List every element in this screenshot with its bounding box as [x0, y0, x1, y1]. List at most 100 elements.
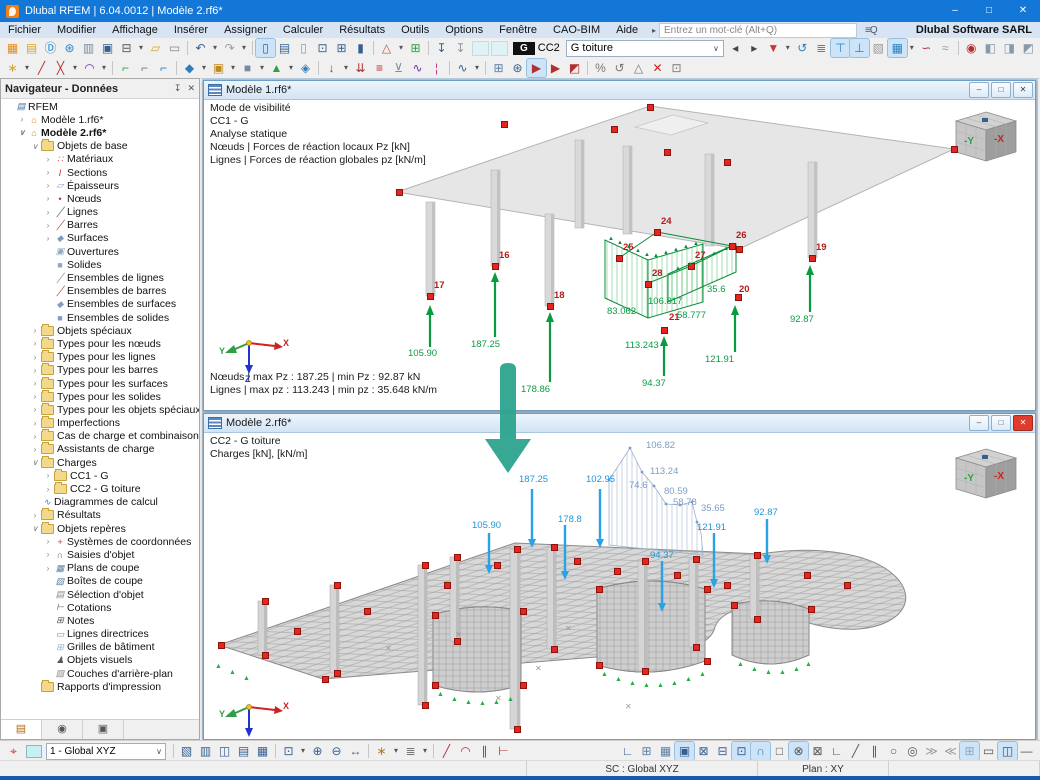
center-snap-icon[interactable]: ◎: [903, 742, 922, 760]
project-manager-icon[interactable]: ▥: [79, 39, 98, 57]
new-node-icon[interactable]: ∗: [3, 59, 22, 77]
numbering-toggle-icon[interactable]: ≣: [401, 742, 420, 760]
guides-menu-icon[interactable]: ▾: [420, 742, 430, 760]
load-display-swatch-1[interactable]: [472, 40, 489, 56]
win1-minimize-button[interactable]: –: [969, 82, 989, 98]
grid-settings-icon[interactable]: ▦: [656, 742, 675, 760]
tree-item-objets-visuels[interactable]: ♟ Objets visuels: [1, 654, 199, 667]
show-loads-on-icon[interactable]: ↧: [432, 39, 451, 57]
win2-close-button[interactable]: ✕: [1013, 415, 1033, 431]
redo-icon[interactable]: ↷: [220, 39, 239, 57]
visibility-menu-icon[interactable]: ▾: [396, 39, 406, 57]
view-isometric-icon[interactable]: ▧: [177, 742, 196, 760]
menu-options[interactable]: Options: [437, 22, 491, 38]
nodal-load-icon[interactable]: ↓: [322, 59, 341, 77]
tree-item-assistants-de-charge[interactable]: › Assistants de charge: [1, 442, 199, 456]
tree-item-mat-riaux[interactable]: › ∷ Matériaux: [1, 153, 199, 166]
tab-display[interactable]: ◉: [42, 720, 83, 739]
new-opening-icon[interactable]: ▣: [209, 59, 228, 77]
work-plane-icon[interactable]: ∟: [618, 742, 637, 760]
tree-item-ensembles-de-surfaces[interactable]: ◆ Ensembles de surfaces: [1, 298, 199, 311]
tree-item-ensembles-de-lignes[interactable]: ╱ Ensembles de lignes: [1, 271, 199, 284]
show-results-icon[interactable]: ◩: [565, 59, 584, 77]
view-front-icon[interactable]: ▥: [196, 742, 215, 760]
open-model-icon[interactable]: ▤: [22, 39, 41, 57]
zoom-out-icon[interactable]: ⊖: [327, 742, 346, 760]
tree-item-imperfections[interactable]: › Imperfections: [1, 416, 199, 430]
print-icon[interactable]: ⊟: [117, 39, 136, 57]
tree-item-lignes-directrices[interactable]: ▭ Lignes directrices: [1, 628, 199, 641]
tree-item-objets-de-base[interactable]: ∨ Objets de base: [1, 139, 199, 153]
tree-item-surfaces[interactable]: › ◆ Surfaces: [1, 232, 199, 245]
assign-objects-icon[interactable]: ◈: [296, 59, 315, 77]
surface-menu-icon[interactable]: ▾: [199, 59, 209, 77]
menu-cao-bim[interactable]: CAO-BIM: [545, 22, 608, 38]
arc-menu-icon[interactable]: ▾: [99, 59, 109, 77]
console-icon[interactable]: ⊡: [313, 39, 332, 57]
tree-item-diagrammes-de-calcul[interactable]: ∿ Diagrammes de calcul: [1, 496, 199, 509]
model-window-2-titlebar[interactable]: Modèle 2.rf6* – □ ✕: [204, 414, 1035, 433]
regenerate-icon[interactable]: ∽: [917, 39, 936, 57]
undo-icon[interactable]: ↶: [191, 39, 210, 57]
new-member-set-icon[interactable]: ⌐: [135, 59, 154, 77]
cross-select-icon[interactable]: ⊠: [808, 742, 827, 760]
node-menu-icon[interactable]: ▾: [22, 59, 32, 77]
filter-menu-icon[interactable]: ▾: [783, 39, 793, 57]
win2-maximize-button[interactable]: □: [991, 415, 1011, 431]
solid-menu-icon[interactable]: ▾: [257, 59, 267, 77]
model-view-1[interactable]: Mode de visibilité CC1 - G Analyse statiqu…: [205, 100, 1034, 409]
zoom-menu-icon[interactable]: ▾: [298, 742, 308, 760]
load-wizard-icon[interactable]: ∿: [408, 59, 427, 77]
free-load-icon[interactable]: ⊻: [389, 59, 408, 77]
maximize-button[interactable]: □: [972, 0, 1006, 22]
delete-icon[interactable]: ✕: [648, 59, 667, 77]
circle-select-icon[interactable]: ⊗: [788, 741, 809, 761]
tree-item-grilles-de-b-timent[interactable]: ⊞ Grilles de bâtiment: [1, 641, 199, 654]
dim-tool-icon[interactable]: ⊢: [494, 742, 513, 760]
work-plane-color-swatch[interactable]: [26, 744, 42, 758]
snap-2-icon[interactable]: ≪: [941, 742, 960, 760]
tree-item-types-pour-les-barres[interactable]: › Types pour les barres: [1, 363, 199, 377]
tree-item-r-sultats[interactable]: › Résultats: [1, 508, 199, 522]
display-menu-icon[interactable]: ▾: [907, 39, 917, 57]
show-solids-icon[interactable]: ▧: [869, 39, 888, 57]
smooth-icon[interactable]: ≈: [936, 39, 955, 57]
tree-item-n-uds[interactable]: › • Nœuds: [1, 192, 199, 205]
new-arc-icon[interactable]: ◠: [80, 59, 99, 77]
dlubal-connect-icon[interactable]: Ⓓ: [41, 39, 60, 57]
tree-item-syst-mes-de-coordonn-es[interactable]: › + Systèmes de coordonnées: [1, 535, 199, 548]
support-menu-icon[interactable]: ▾: [286, 59, 296, 77]
menu-fen-tre[interactable]: Fenêtre: [491, 22, 545, 38]
menu-ins-rer[interactable]: Insérer: [166, 22, 216, 38]
new-surface-icon[interactable]: ◆: [180, 59, 199, 77]
save-icon[interactable]: ▣: [98, 39, 117, 57]
tree-item-ouvertures[interactable]: ▣ Ouvertures: [1, 245, 199, 258]
tree-item-types-pour-les-n-uds[interactable]: › Types pour les nœuds: [1, 336, 199, 350]
tree-item-plans-de-coupe[interactable]: › ▦ Plans de coupe: [1, 562, 199, 575]
view-cube-1-icon[interactable]: ◧: [981, 39, 1000, 57]
line-menu-icon[interactable]: ▾: [70, 59, 80, 77]
show-load-values-icon[interactable]: ⊤: [829, 38, 851, 58]
tree-item-types-pour-les-lignes[interactable]: › Types pour les lignes: [1, 350, 199, 364]
table-export-icon[interactable]: ⊞: [332, 39, 351, 57]
tab-data[interactable]: ▤: [1, 720, 42, 739]
calculate-icon[interactable]: ▶: [526, 58, 547, 78]
view-cube-3-icon[interactable]: ◩: [1019, 39, 1038, 57]
percent-results-icon[interactable]: %: [591, 59, 610, 77]
menu-modifier[interactable]: Modifier: [49, 22, 104, 38]
find-object-icon[interactable]: ◉: [962, 39, 981, 57]
tab-views[interactable]: ▣: [83, 720, 124, 739]
imperfection-icon[interactable]: ¦: [427, 59, 446, 77]
tree-item-rapports-d-impression[interactable]: Rapports d'impression: [1, 679, 199, 693]
show-loads-off-icon[interactable]: ↧: [451, 39, 470, 57]
win1-maximize-button[interactable]: □: [991, 82, 1011, 98]
new-model-icon[interactable]: ▦: [3, 39, 22, 57]
settings-icon[interactable]: ⊛: [60, 39, 79, 57]
grid-points-icon[interactable]: ⊡: [731, 741, 752, 761]
close-button[interactable]: ✕: [1006, 0, 1040, 22]
load-case-dropdown[interactable]: G toiture ∨: [565, 39, 724, 57]
new-solid-icon[interactable]: ■: [238, 59, 257, 77]
tree-item-barres[interactable]: › ╱ Barres: [1, 219, 199, 232]
zoom-in-icon[interactable]: ⊕: [308, 742, 327, 760]
selection-pointer-icon[interactable]: ⌖: [4, 742, 23, 760]
